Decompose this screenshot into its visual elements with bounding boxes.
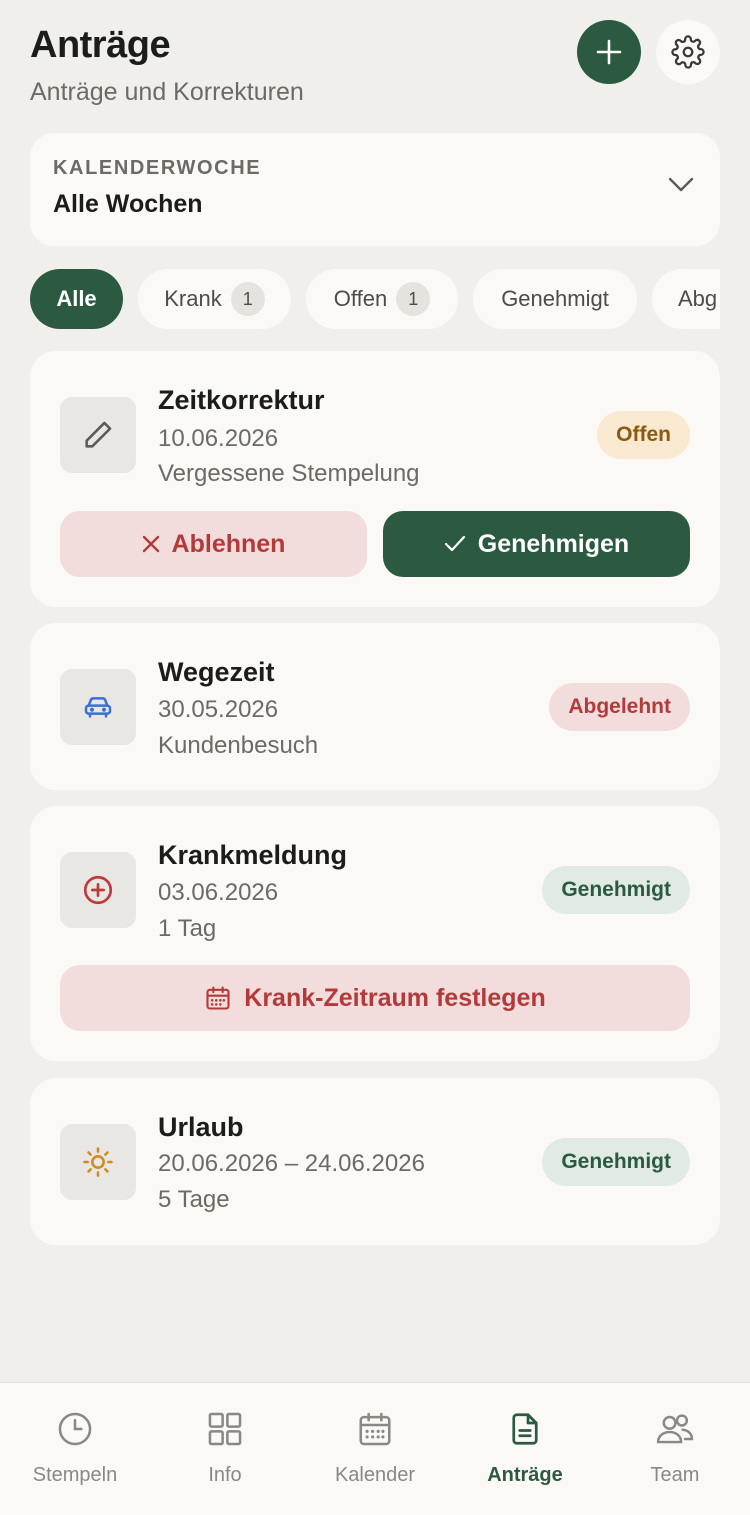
clock-icon	[58, 1412, 92, 1446]
filter-chip-label: Alle	[56, 286, 97, 311]
request-type-icon	[60, 397, 136, 473]
sun-icon	[83, 1147, 113, 1177]
request-title: Zeitkorrektur	[158, 385, 325, 415]
filter-count-badge: 1	[230, 282, 265, 316]
approve-button-label: Genehmigen	[477, 529, 630, 558]
nav-label: Team	[650, 1464, 700, 1486]
gear-icon	[671, 35, 705, 69]
request-date: 03.06.2026	[158, 879, 279, 906]
status-badge: Offen	[597, 411, 690, 459]
filter-chip-abgelehnt[interactable]: Abg	[652, 269, 720, 329]
request-title: Krankmeldung	[158, 840, 348, 870]
filter-chip-label: Offen	[333, 286, 388, 311]
document-icon	[512, 1413, 538, 1445]
settings-button[interactable]	[656, 20, 720, 84]
status-badge: Abgelehnt	[549, 683, 690, 731]
week-filter-value: Alle Wochen	[53, 190, 203, 218]
set-sick-period-button[interactable]: Krank-Zeitraum festlegen	[60, 965, 690, 1031]
filter-chip-krank[interactable]: Krank 1	[138, 269, 291, 329]
filter-count-badge: 1	[396, 282, 431, 316]
status-filter-bar: Alle Krank 1 Offen 1 Genehmigt Abg	[30, 269, 720, 329]
filter-chip-label: Abg	[678, 286, 718, 311]
request-note: 1 Tag	[158, 915, 217, 942]
plus-icon	[596, 39, 622, 65]
nav-item-antraege[interactable]: Anträge	[450, 1383, 600, 1515]
filter-chip-label: Krank	[164, 286, 222, 311]
plus-circle-icon	[83, 875, 113, 905]
check-icon	[444, 535, 465, 552]
filter-chip-genehmigt[interactable]: Genehmigt	[473, 269, 637, 329]
pencil-icon	[85, 421, 112, 448]
week-filter-select[interactable]: KALENDERWOCHE Alle Wochen	[30, 133, 720, 246]
filter-chip-alle[interactable]: Alle	[30, 269, 123, 329]
close-icon	[142, 535, 159, 553]
nav-label: Info	[208, 1464, 242, 1486]
calendar-icon	[359, 1412, 391, 1446]
request-title: Wegezeit	[158, 657, 275, 687]
request-note: 5 Tage	[158, 1186, 230, 1213]
request-date: 10.06.2026	[158, 425, 279, 452]
request-card-krankmeldung[interactable]: Krankmeldung 03.06.2026 1 Tag Genehmigt …	[30, 806, 720, 1061]
grid-icon	[208, 1412, 242, 1446]
nav-item-team[interactable]: Team	[600, 1383, 750, 1515]
request-note: Vergessene Stempelung	[158, 460, 420, 487]
nav-item-info[interactable]: Info	[150, 1383, 300, 1515]
bottom-navigation: Stempeln Info Kalender Anträge Team	[0, 1382, 750, 1515]
week-filter-label: KALENDERWOCHE	[53, 157, 262, 179]
request-card-wegezeit[interactable]: Wegezeit 30.05.2026 Kundenbesuch Abgeleh…	[30, 623, 720, 790]
request-type-icon	[60, 1124, 136, 1200]
nav-label: Stempeln	[32, 1464, 118, 1486]
request-type-icon	[60, 852, 136, 928]
status-badge: Genehmigt	[542, 866, 690, 914]
approve-button[interactable]: Genehmigen	[383, 511, 690, 577]
people-icon	[656, 1414, 694, 1444]
nav-item-kalender[interactable]: Kalender	[300, 1383, 450, 1515]
calendar-icon	[206, 986, 230, 1010]
header: Anträge Anträge und Korrekturen	[30, 20, 720, 112]
reject-button-label: Ablehnen	[171, 529, 286, 558]
reject-button[interactable]: Ablehnen	[60, 511, 367, 577]
filter-chip-label: Genehmigt	[501, 286, 609, 311]
request-note: Kundenbesuch	[158, 732, 319, 759]
request-date: 20.06.2026 – 24.06.2026	[158, 1150, 425, 1177]
request-date: 30.05.2026	[158, 696, 279, 723]
request-card-zeitkorrektur[interactable]: Zeitkorrektur 10.06.2026 Vergessene Stem…	[30, 351, 720, 607]
chevron-down-icon	[668, 177, 694, 192]
status-badge: Genehmigt	[542, 1138, 690, 1186]
car-icon	[84, 697, 112, 718]
request-card-urlaub[interactable]: Urlaub 20.06.2026 – 24.06.2026 5 Tage Ge…	[30, 1078, 720, 1245]
set-sick-period-label: Krank-Zeitraum festlegen	[244, 983, 546, 1012]
filter-chip-offen[interactable]: Offen 1	[306, 269, 458, 329]
nav-label: Anträge	[487, 1464, 563, 1486]
nav-label: Kalender	[334, 1464, 416, 1486]
request-type-icon	[60, 669, 136, 745]
nav-item-stempeln[interactable]: Stempeln	[0, 1383, 150, 1515]
add-request-button[interactable]	[577, 20, 641, 84]
request-title: Urlaub	[158, 1112, 244, 1142]
